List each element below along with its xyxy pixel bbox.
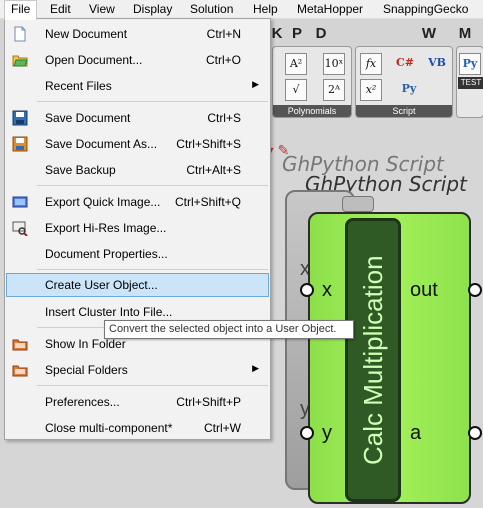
menu-file[interactable]: File [4,0,38,20]
script-panel-label: Script [356,105,452,117]
tool-test-python[interactable]: Py [459,53,481,75]
menu-edit[interactable]: Edit [44,0,77,19]
menu-item-create-user-object[interactable]: Create User Object... [6,273,269,297]
menu-item-shortcut: Ctrl+Shift+P [176,395,241,409]
component-name: Calc Multiplication [358,255,388,465]
toolbar-tab-p[interactable]: P [287,25,307,43]
save-disk-blue-icon [12,110,28,126]
menu-item-label: Close multi-component* [45,421,173,435]
tool-sqrt[interactable]: √ [285,79,307,101]
menu-item-new-document[interactable]: New Document Ctrl+N [6,22,269,46]
menu-item-label: Create User Object... [45,278,158,292]
test-panel-label: TEST [458,77,483,89]
menu-view[interactable]: View [83,0,121,19]
input-port-x[interactable] [300,283,314,297]
menu-item-label: Preferences... [45,395,120,409]
ghost-component-tab [342,196,374,212]
tooltip: Convert the selected object into a User … [104,320,354,339]
tool-vb[interactable]: VB [426,53,448,75]
menu-item-preferences[interactable]: Preferences... Ctrl+Shift+P [6,390,269,414]
menu-item-shortcut: Ctrl+Shift+S [176,137,241,151]
menu-item-shortcut: Ctrl+Shift+Q [174,195,241,209]
toolbar-tab-m[interactable]: M [455,25,475,43]
tool-csharp[interactable]: C# [394,53,416,75]
menu-item-close-multi-component[interactable]: Close multi-component* Ctrl+W [6,416,269,440]
input-port-y[interactable] [300,426,314,440]
menu-item-save-document[interactable]: Save Document Ctrl+S [6,106,269,130]
menu-item-special-folders[interactable]: Special Folders ▶ [6,358,269,382]
tool-x-squared[interactable]: x² [360,79,382,101]
folder-icon [12,365,28,377]
menu-item-label: Insert Cluster Into File... [45,305,173,319]
menu-item-shortcut: Ctrl+Alt+S [186,163,241,177]
tool-a-squared[interactable]: A² [285,53,307,75]
menu-separator [37,101,268,102]
menu-item-open-document[interactable]: Open Document... Ctrl+O [6,48,269,72]
save-disk-orange-icon [12,136,28,152]
script-panel: fx x² C# VB Py Script [355,46,453,118]
menu-snappinggecko[interactable]: SnappingGecko [377,0,474,19]
menu-item-export-quick-image[interactable]: Export Quick Image... Ctrl+Shift+Q [6,190,269,214]
menu-item-export-hi-res-image[interactable]: Export Hi-Res Image... [6,216,269,240]
menu-item-shortcut: Ctrl+N [206,27,241,41]
menu-item-save-backup[interactable]: Save Backup Ctrl+Alt+S [6,158,269,182]
file-menu: New Document Ctrl+N Open Document... Ctr… [4,18,271,440]
polynomials-panel: A² 10ˣ √ 2ᴬ Polynomials [272,46,352,118]
submenu-arrow-icon: ▶ [252,363,259,373]
polynomials-panel-label: Polynomials [273,105,351,117]
export-image-icon [12,196,28,208]
new-document-icon [14,26,26,42]
menu-help[interactable]: Help [247,0,284,19]
menu-separator [37,185,268,186]
output-port-a[interactable] [468,426,482,440]
menu-bar: File Edit View Display Solution Help Met… [0,0,483,20]
output-label-a: a [410,422,422,444]
menu-item-recent-files[interactable]: Recent Files ▶ [6,74,269,98]
open-folder-icon [12,55,28,67]
menu-separator [37,269,268,270]
tool-python[interactable]: Py [398,79,420,101]
menu-item-label: Save Document As... [45,137,158,151]
tool-ten-power[interactable]: 10ˣ [323,53,345,75]
toolbar-tab-w[interactable]: W [419,25,439,43]
menu-separator [37,385,268,386]
menu-metahopper[interactable]: MetaHopper [291,0,369,19]
menu-item-label: Export Hi-Res Image... [45,221,167,235]
export-hires-icon [12,221,28,236]
output-port-out[interactable] [468,283,482,297]
menu-item-label: Special Folders [45,363,128,377]
input-label-x: x [322,279,332,301]
menu-item-label: Show In Folder [45,337,126,351]
menu-item-label: New Document [45,27,128,41]
menu-item-shortcut: Ctrl+S [207,111,241,125]
folder-icon [12,339,28,351]
menu-display[interactable]: Display [127,0,178,19]
menu-item-shortcut: Ctrl+W [204,421,241,435]
tool-two-power[interactable]: 2ᴬ [323,79,345,101]
menu-item-label: Document Properties... [45,247,168,261]
menu-item-label: Export Quick Image... [45,195,161,209]
menu-solution[interactable]: Solution [184,0,239,19]
output-label-out: out [410,279,438,301]
menu-item-document-properties[interactable]: Document Properties... [6,242,269,266]
menu-item-label: Open Document... [45,53,143,67]
tool-fx[interactable]: fx [360,53,382,75]
menu-item-label: Recent Files [45,79,112,93]
menu-item-label: Save Backup [45,163,116,177]
toolbar-tab-d[interactable]: D [311,25,331,43]
input-label-y: y [322,422,332,444]
submenu-arrow-icon: ▶ [252,79,259,89]
menu-item-label: Save Document [45,111,131,125]
menu-item-shortcut: Ctrl+O [205,53,241,67]
menu-item-save-document-as[interactable]: Save Document As... Ctrl+Shift+S [6,132,269,156]
